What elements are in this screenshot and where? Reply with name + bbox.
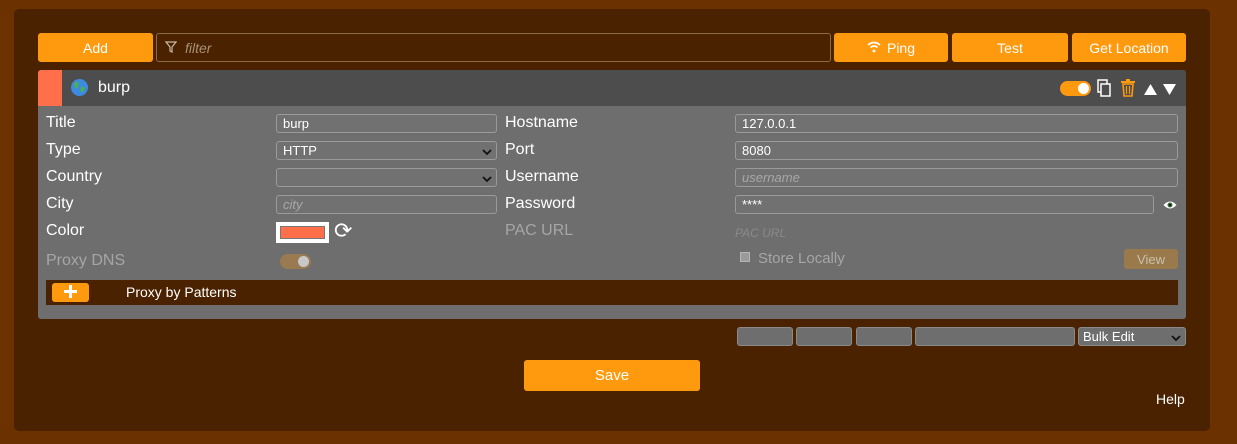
store-locally-checkbox[interactable]	[740, 252, 750, 262]
move-down-icon[interactable]	[1163, 82, 1176, 98]
filter-box[interactable]	[156, 33, 831, 62]
type-select-value: HTTP	[283, 143, 317, 158]
city-input[interactable]: city	[276, 195, 497, 214]
bulk-field-4[interactable]	[915, 327, 1075, 346]
ping-button-label: Ping	[886, 39, 916, 56]
chevron-down-icon	[482, 172, 492, 187]
title-label: Title	[46, 114, 76, 131]
copy-icon[interactable]	[1097, 79, 1111, 100]
filter-input[interactable]	[183, 38, 807, 57]
add-button[interactable]: Add	[38, 33, 153, 62]
plus-icon	[64, 284, 77, 301]
add-button-label: Add	[83, 39, 108, 56]
color-swatch	[280, 226, 325, 239]
filter-icon	[164, 40, 178, 56]
city-label: City	[46, 195, 74, 212]
bulk-field-2[interactable]	[796, 327, 852, 346]
port-label: Port	[505, 141, 535, 158]
store-locally-label: Store Locally	[758, 250, 845, 267]
wifi-icon	[867, 40, 881, 56]
pac-url-label: PAC URL	[505, 222, 574, 239]
patterns-label: Proxy by Patterns	[126, 284, 237, 300]
proxy-card: burp Title burp Type HTTP Country City c…	[38, 70, 1186, 319]
bulk-edit-select[interactable]: Bulk Edit	[1078, 327, 1186, 346]
patterns-bar: Proxy by Patterns	[46, 280, 1178, 305]
country-label: Country	[46, 168, 103, 185]
save-button-label: Save	[594, 367, 630, 384]
bulk-edit-select-value: Bulk Edit	[1083, 329, 1135, 344]
proxy-color-tab	[38, 70, 62, 106]
bulk-field-1[interactable]	[737, 327, 793, 346]
proxy-name: burp	[98, 79, 131, 96]
country-select[interactable]	[276, 168, 497, 187]
type-select[interactable]: HTTP	[276, 141, 497, 160]
username-label: Username	[505, 168, 579, 185]
help-link[interactable]: Help	[1156, 391, 1185, 407]
move-up-icon[interactable]	[1144, 82, 1157, 98]
test-button[interactable]: Test	[952, 33, 1068, 62]
chevron-down-icon	[1171, 331, 1181, 346]
color-picker[interactable]	[276, 222, 329, 243]
hostname-input[interactable]: 127.0.0.1	[735, 114, 1178, 133]
save-button[interactable]: Save	[524, 360, 700, 391]
test-button-label: Test	[997, 39, 1023, 56]
pac-url-input[interactable]: PAC URL	[735, 223, 1178, 242]
refresh-icon[interactable]: ⟳	[334, 220, 352, 242]
password-input[interactable]: ****	[735, 195, 1154, 214]
proxy-dns-toggle[interactable]	[280, 254, 311, 269]
eye-icon[interactable]	[1163, 198, 1177, 214]
proxy-card-header[interactable]: burp	[38, 70, 1186, 106]
add-pattern-button[interactable]	[52, 283, 89, 302]
proxy-dns-label: Proxy DNS	[46, 252, 126, 269]
hostname-label: Hostname	[505, 114, 578, 131]
globe-icon	[70, 78, 89, 100]
get-location-button-label: Get Location	[1089, 39, 1169, 56]
view-button[interactable]: View	[1124, 249, 1178, 269]
port-input[interactable]: 8080	[735, 141, 1178, 160]
username-input[interactable]: username	[735, 168, 1178, 187]
get-location-button[interactable]: Get Location	[1072, 33, 1186, 62]
view-button-label: View	[1137, 251, 1165, 267]
color-label: Color	[46, 222, 85, 239]
bulk-field-3[interactable]	[856, 327, 912, 346]
title-input[interactable]: burp	[276, 114, 497, 133]
trash-icon[interactable]	[1121, 79, 1135, 100]
password-label: Password	[505, 195, 576, 212]
ping-button[interactable]: Ping	[834, 33, 948, 62]
chevron-down-icon	[482, 145, 492, 160]
proxy-enable-toggle[interactable]	[1060, 81, 1091, 96]
type-label: Type	[46, 141, 81, 158]
